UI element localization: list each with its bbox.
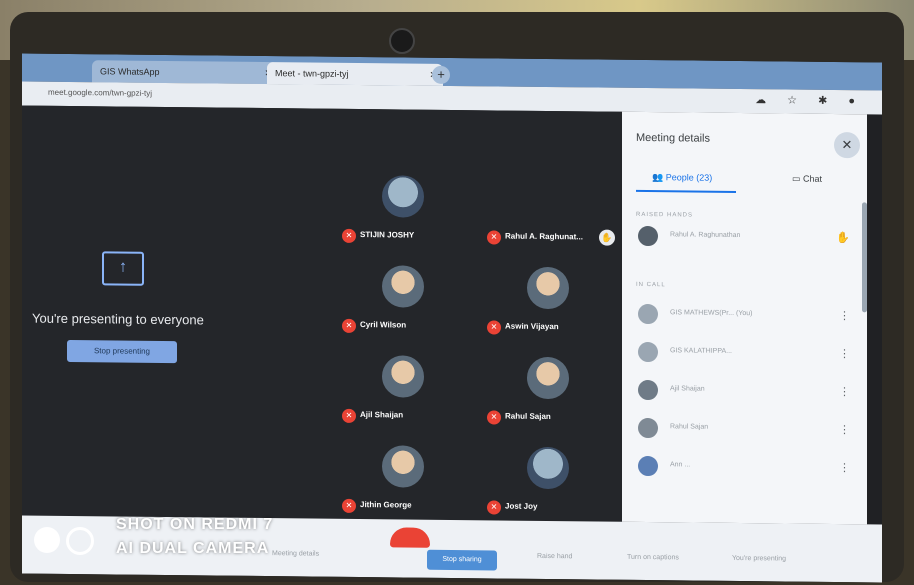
tab-people-label: People (23): [665, 172, 713, 183]
avatar: [638, 341, 658, 363]
person-name: Ann ...: [670, 461, 691, 469]
avatar: [527, 446, 569, 490]
mic-off-icon: ✕: [487, 410, 501, 425]
participant-name: Rahul A. Raghunat...: [505, 231, 583, 242]
url-text[interactable]: meet.google.com/twn-gpzi-tyj: [48, 88, 152, 98]
avatar: [382, 445, 424, 488]
present-now-button[interactable]: You're presenting: [732, 555, 786, 563]
meeting-stage: ↑ You're presenting to everyone Stop pre…: [22, 105, 622, 522]
list-item[interactable]: GIS MATHEWS(Pr... (You) ⋮: [636, 302, 856, 330]
laptop-screen: GIS WhatsApp ✕ Meet - twn-gpzi-tyj ✕ + m…: [22, 53, 882, 583]
browser-tab[interactable]: GIS WhatsApp ✕: [92, 60, 278, 85]
participant-name: Rahul Sajan: [505, 411, 551, 422]
browser-toolbar-icons[interactable]: ☁ ☆ ✱ ●: [755, 93, 864, 107]
mic-off-icon: ✕: [342, 408, 356, 423]
mic-off-icon: ✕: [487, 320, 501, 335]
participant-tile[interactable]: ✕ Ajil Shaijan: [332, 349, 472, 438]
panel-title: Meeting details: [636, 131, 710, 145]
stop-presenting-button[interactable]: Stop presenting: [67, 339, 177, 364]
present-screen-icon: ↑: [102, 251, 144, 286]
participant-tile[interactable]: ✕ STIJIN JOSHY: [332, 169, 472, 258]
browser-tab-active[interactable]: Meet - twn-gpzi-tyj ✕: [267, 62, 443, 86]
participant-name: Cyril Wilson: [360, 320, 407, 330]
avatar: [527, 266, 569, 310]
more-icon[interactable]: ⋮: [839, 461, 850, 474]
chat-icon: ▭: [792, 173, 804, 184]
mic-off-icon: ✕: [487, 500, 501, 515]
captions-button[interactable]: Turn on captions: [627, 554, 679, 562]
section-raised-hands: RAISED HANDS: [636, 211, 694, 219]
mic-off-icon: ✕: [342, 318, 356, 333]
mic-off-icon: ✕: [487, 230, 501, 245]
avatar: [638, 417, 658, 439]
pin-icon[interactable]: ⋮: [839, 347, 850, 360]
watermark-ring: [66, 527, 94, 555]
mic-off-icon: ✕: [342, 228, 356, 243]
avatar: [638, 303, 658, 325]
section-in-call: IN CALL: [636, 281, 666, 289]
participant-name: Jithin George: [360, 500, 412, 510]
meeting-details-panel: Meeting details ✕ 👥 People (23) ▭ Chat R…: [622, 111, 867, 525]
avatar: [638, 455, 658, 477]
raised-hand-icon: ✋: [599, 229, 615, 246]
tab-chat-label: Chat: [803, 173, 823, 184]
tab-people[interactable]: 👥 People (23): [652, 172, 712, 184]
close-icon[interactable]: ✕: [834, 132, 860, 159]
participant-tile[interactable]: ✕ Cyril Wilson: [332, 259, 472, 348]
person-name: GIS KALATHIPPA...: [670, 347, 732, 355]
participant-tile[interactable]: ✕ Rahul Sajan: [477, 350, 617, 439]
participant-name: STIJIN JOSHY: [360, 230, 415, 240]
avatar: [638, 225, 658, 247]
people-icon: 👥: [652, 172, 666, 183]
participant-name: Jost Joy: [505, 501, 538, 511]
panel-scrollbar[interactable]: [862, 202, 867, 313]
more-icon[interactable]: ⋮: [839, 385, 850, 398]
watermark-line1: SHOT ON REDMI 7: [116, 516, 274, 533]
list-item[interactable]: GIS KALATHIPPA... ⋮: [636, 340, 856, 368]
avatar: [382, 355, 424, 398]
presenting-message: You're presenting to everyone: [32, 310, 204, 328]
participant-tile[interactable]: ✕ Aswin Vijayan: [477, 260, 617, 349]
participant-name: Aswin Vijayan: [505, 321, 559, 332]
participant-tile[interactable]: ✕ Jost Joy: [477, 440, 617, 529]
meeting-details-button[interactable]: Meeting details: [272, 550, 319, 557]
pin-icon[interactable]: ⋮: [839, 309, 850, 322]
list-item[interactable]: Ann ... ⋮: [636, 454, 856, 482]
person-name: GIS MATHEWS(Pr... (You): [670, 309, 753, 318]
person-name: Rahul A. Raghunathan: [670, 231, 741, 240]
avatar: [527, 356, 569, 400]
list-item[interactable]: Rahul Sajan ⋮: [636, 416, 856, 444]
person-name: Ajil Shaijan: [670, 385, 705, 393]
end-call-button[interactable]: [390, 527, 430, 548]
webcam-icon: [389, 28, 415, 54]
list-item[interactable]: Ajil Shaijan ⋮: [636, 378, 856, 406]
raised-hand-icon: ✋: [836, 232, 850, 245]
watermark-line2: AI DUAL CAMERA: [116, 540, 270, 557]
tab-label: Meet - twn-gpzi-tyj: [275, 68, 349, 79]
watermark-dot: [34, 527, 60, 553]
avatar: [382, 175, 424, 218]
active-tab-indicator: [636, 189, 736, 193]
avatar: [382, 265, 424, 308]
new-tab-button[interactable]: +: [432, 65, 450, 84]
participant-tile[interactable]: ✕ Jithin George: [332, 439, 472, 528]
raise-hand-button[interactable]: Raise hand: [537, 553, 572, 560]
person-name: Rahul Sajan: [670, 423, 709, 431]
tab-label: GIS WhatsApp: [100, 66, 160, 77]
stop-sharing-button[interactable]: Stop sharing: [427, 549, 497, 571]
avatar: [638, 379, 658, 401]
mic-off-icon: ✕: [342, 498, 356, 513]
list-item[interactable]: Rahul A. Raghunathan ✋: [636, 224, 856, 252]
participant-tile[interactable]: ✕ Rahul A. Raghunat... ✋: [477, 170, 617, 259]
participant-name: Ajil Shaijan: [360, 410, 404, 420]
tab-chat[interactable]: ▭ Chat: [792, 174, 822, 185]
more-icon[interactable]: ⋮: [839, 423, 850, 436]
